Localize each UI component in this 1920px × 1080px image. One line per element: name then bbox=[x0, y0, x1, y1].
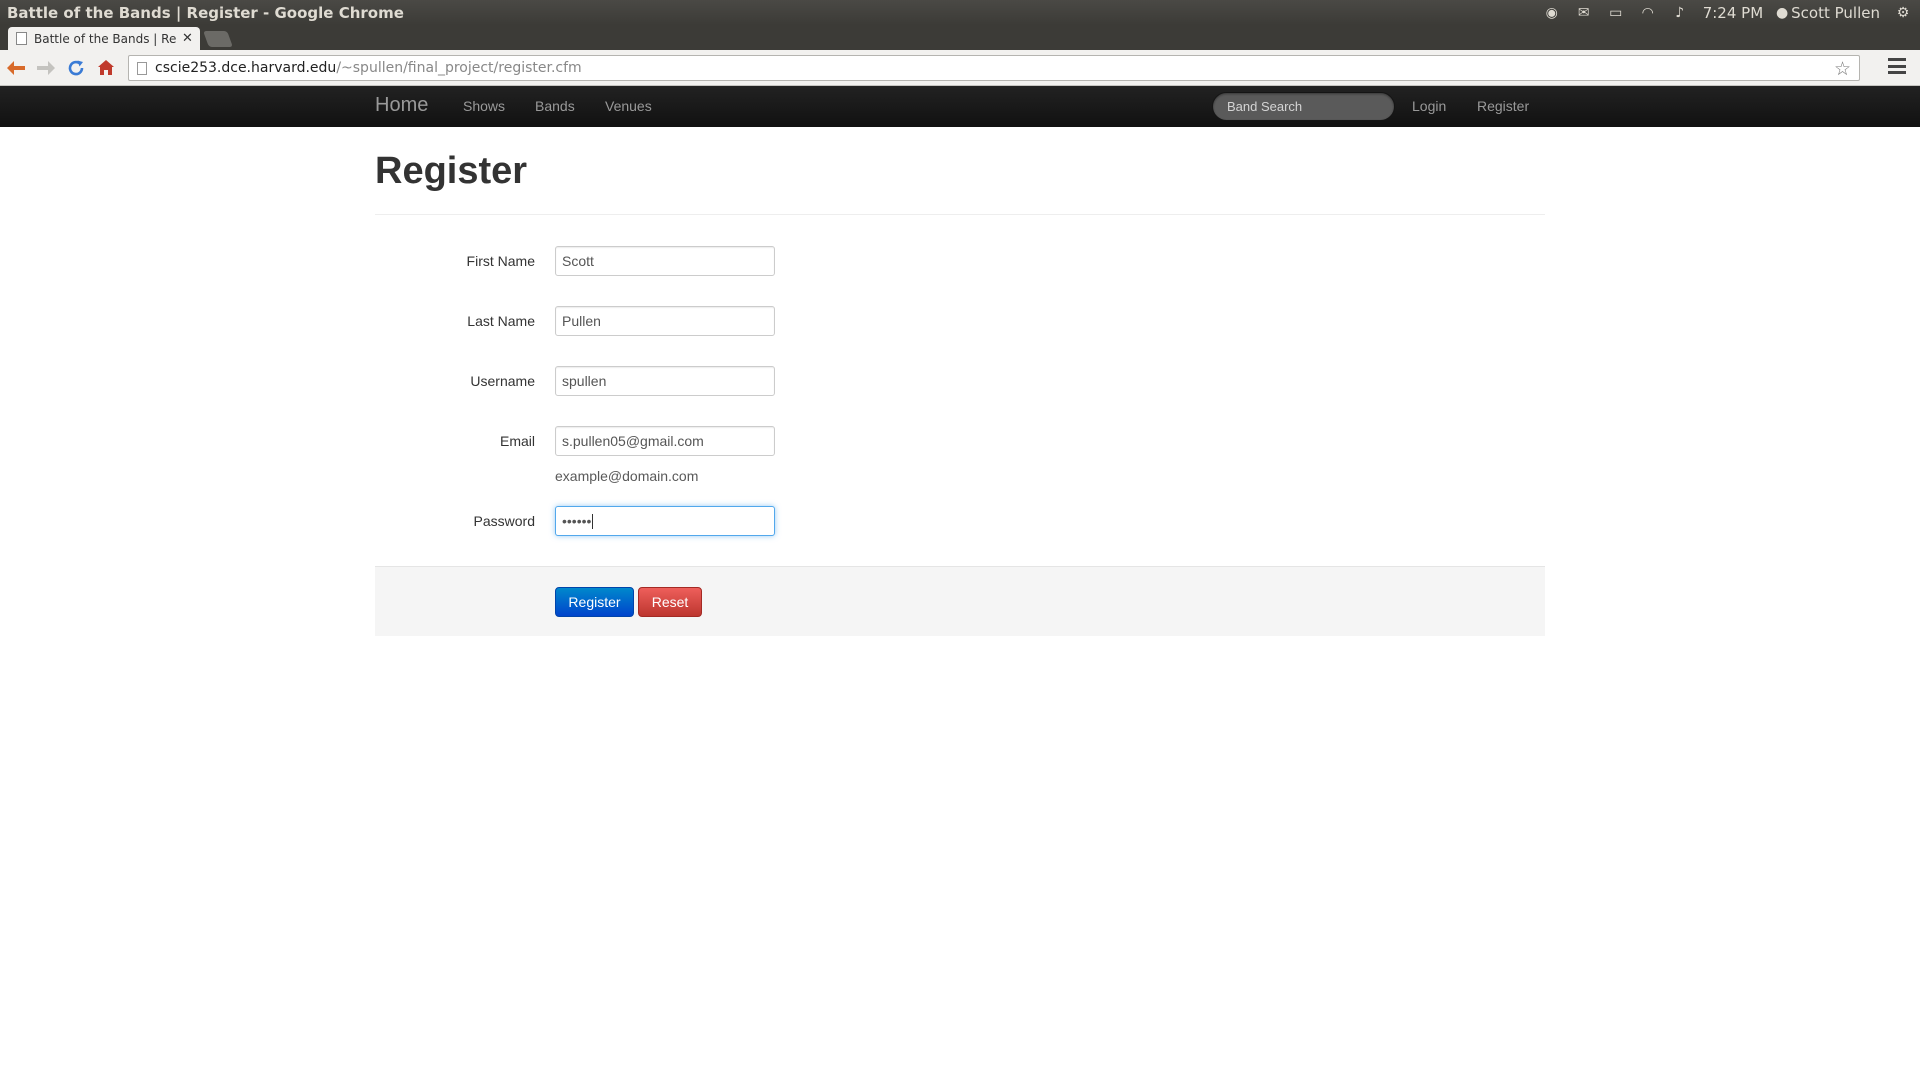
user-icon: ● bbox=[1776, 4, 1789, 21]
battery-icon[interactable]: ▭ bbox=[1607, 5, 1625, 21]
nav-link-register[interactable]: Register bbox=[1477, 98, 1529, 114]
url-path: /~spullen/final_project/register.cfm bbox=[336, 60, 582, 76]
first-name-label: First Name bbox=[466, 253, 535, 269]
text-caret bbox=[592, 513, 594, 529]
last-name-label: Last Name bbox=[467, 313, 535, 329]
clock[interactable]: 7:24 PM bbox=[1703, 4, 1763, 22]
email-label: Email bbox=[499, 433, 535, 449]
back-button[interactable] bbox=[2, 54, 30, 82]
last-name-field[interactable]: Pullen bbox=[555, 306, 775, 336]
password-value: •••••• bbox=[562, 513, 592, 529]
title-divider bbox=[375, 214, 1545, 215]
browser-tab[interactable]: Battle of the Bands | Register ✕ bbox=[8, 27, 200, 50]
brand-home-link[interactable]: Home bbox=[375, 94, 428, 117]
volume-icon[interactable]: ♪ bbox=[1671, 5, 1689, 21]
first-name-field[interactable]: Scott bbox=[555, 246, 775, 276]
reload-button[interactable] bbox=[62, 54, 90, 82]
os-top-panel: Battle of the Bands | Register - Google … bbox=[0, 0, 1920, 25]
tab-title: Battle of the Bands | Register bbox=[34, 31, 176, 46]
settings-icon[interactable]: ⚙ bbox=[1894, 5, 1912, 21]
band-search-input[interactable]: Band Search bbox=[1212, 92, 1395, 121]
nav-link-venues[interactable]: Venues bbox=[605, 98, 652, 114]
password-field[interactable]: •••••• bbox=[555, 506, 775, 536]
forward-arrow-icon bbox=[37, 60, 55, 75]
nav-link-bands[interactable]: Bands bbox=[535, 98, 575, 114]
mail-icon[interactable]: ✉ bbox=[1575, 5, 1593, 21]
chrome-menu-icon[interactable] bbox=[1888, 58, 1906, 74]
url-host: cscie253.dce.harvard.edu bbox=[155, 60, 337, 76]
email-help-text: example@domain.com bbox=[555, 468, 699, 484]
wifi-icon[interactable]: ◠ bbox=[1639, 5, 1657, 21]
username-label: Username bbox=[470, 373, 535, 389]
new-tab-button[interactable] bbox=[203, 31, 233, 47]
username-field[interactable]: spullen bbox=[555, 366, 775, 396]
user-menu[interactable]: ● Scott Pullen bbox=[1776, 3, 1880, 22]
reset-button[interactable]: Reset bbox=[638, 587, 702, 617]
back-arrow-icon bbox=[7, 60, 25, 75]
nav-link-login[interactable]: Login bbox=[1412, 98, 1446, 114]
page-info-icon[interactable] bbox=[137, 61, 147, 75]
email-field[interactable]: s.pullen05@gmail.com bbox=[555, 426, 775, 456]
os-indicators: ◉ ✉ ▭ ◠ ♪ 7:24 PM ● Scott Pullen ⚙ bbox=[1543, 4, 1920, 22]
email-value: s.pullen05@gmail.com bbox=[562, 433, 704, 449]
last-name-value: Pullen bbox=[562, 313, 601, 329]
register-button[interactable]: Register bbox=[555, 587, 634, 617]
band-search-placeholder: Band Search bbox=[1227, 99, 1303, 114]
home-icon bbox=[98, 59, 114, 75]
site-navbar: Home Shows Bands Venues Band Search Logi… bbox=[0, 86, 1920, 127]
page-title: Register bbox=[375, 150, 528, 192]
dropbox-icon[interactable]: ◉ bbox=[1543, 5, 1561, 21]
first-name-value: Scott bbox=[562, 253, 594, 269]
address-bar[interactable]: cscie253.dce.harvard.edu/~spullen/final_… bbox=[128, 55, 1860, 81]
forward-button[interactable] bbox=[32, 54, 60, 82]
username-value: spullen bbox=[562, 373, 607, 389]
window-title: Battle of the Bands | Register - Google … bbox=[7, 3, 404, 22]
home-button[interactable] bbox=[92, 54, 120, 82]
browser-toolbar: cscie253.dce.harvard.edu/~spullen/final_… bbox=[0, 50, 1920, 86]
page-icon bbox=[16, 32, 27, 45]
password-label: Password bbox=[473, 513, 535, 529]
tab-strip: Battle of the Bands | Register ✕ bbox=[0, 25, 1920, 50]
reload-icon bbox=[68, 60, 84, 75]
user-name: Scott Pullen bbox=[1791, 3, 1880, 22]
bookmark-star-icon[interactable]: ☆ bbox=[1834, 58, 1851, 80]
form-actions: Register Reset bbox=[375, 566, 1545, 636]
nav-link-shows[interactable]: Shows bbox=[463, 98, 505, 114]
close-tab-icon[interactable]: ✕ bbox=[182, 31, 193, 46]
